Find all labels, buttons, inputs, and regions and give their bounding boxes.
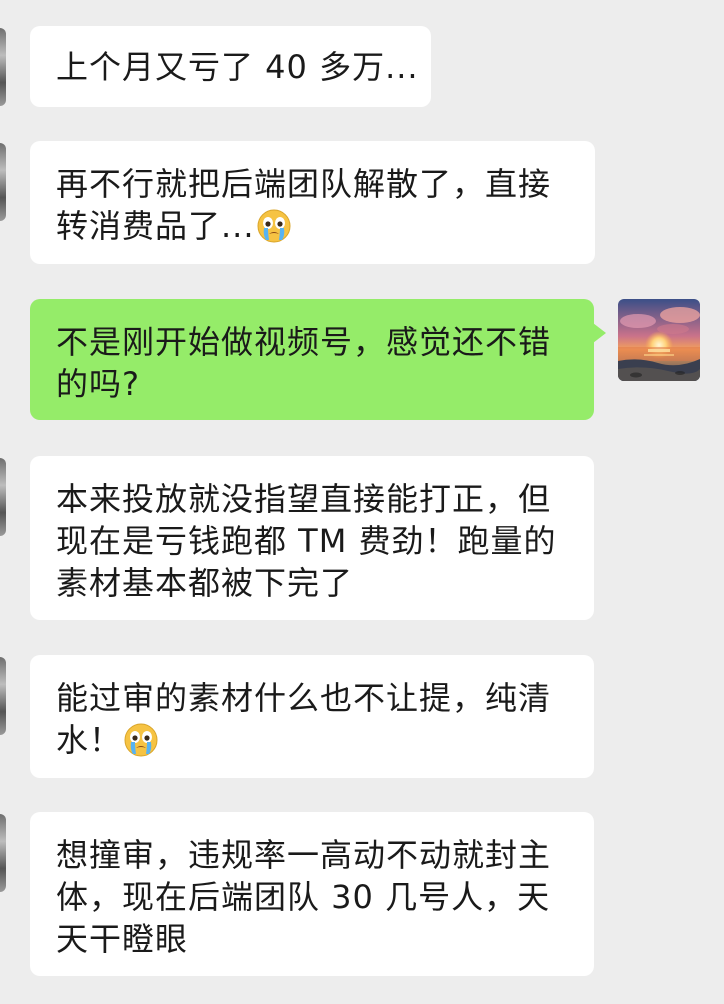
message-text: 素材基本都被下完了 [56, 564, 354, 602]
crying-face-icon [124, 723, 158, 757]
message-bubble-incoming[interactable]: 上个月又亏了 40 多万... [30, 26, 431, 107]
self-avatar[interactable] [618, 299, 700, 381]
message-text: 体，现在后端团队 30 几号人，天 [56, 878, 551, 916]
message-bubble-incoming[interactable]: 本来投放就没指望直接能打正，但 现在是亏钱跑都 TM 费劲！跑量的 素材基本都被… [30, 456, 594, 620]
message-text: 水！ [56, 721, 123, 759]
message-text: 不是刚开始做视频号，感觉还不错 [56, 323, 552, 361]
message-text: 本来投放就没指望直接能打正，但 [56, 480, 552, 518]
message-text: 现在是亏钱跑都 TM 费劲！跑量的 [56, 522, 557, 560]
message-bubble-incoming[interactable]: 能过审的素材什么也不让提，纯清 水！ [30, 655, 594, 778]
contact-avatar[interactable] [0, 814, 6, 892]
contact-avatar[interactable] [0, 458, 6, 536]
message-bubble-outgoing[interactable]: 不是刚开始做视频号，感觉还不错 的吗? [30, 299, 606, 420]
contact-avatar[interactable] [0, 657, 6, 735]
sunset-beach-avatar-icon [618, 299, 700, 381]
crying-face-icon [257, 209, 291, 243]
message-text: 的吗? [56, 365, 140, 403]
chat-view: 上个月又亏了 40 多万... 再不行就把后端团队解散了，直接 转消费品了...… [0, 0, 724, 1004]
message-text: 想撞审，违规率一高动不动就封主 [56, 836, 552, 874]
message-bubble-incoming[interactable]: 再不行就把后端团队解散了，直接 转消费品了... [30, 141, 595, 264]
message-text: 转消费品了... [56, 207, 255, 245]
message-text: 上个月又亏了 40 多万... [56, 48, 419, 86]
message-text: 天干瞪眼 [56, 920, 189, 958]
message-text: 再不行就把后端团队解散了，直接 [56, 165, 552, 203]
message-bubble-incoming[interactable]: 想撞审，违规率一高动不动就封主 体，现在后端团队 30 几号人，天 天干瞪眼 [30, 812, 594, 976]
message-text: 能过审的素材什么也不让提，纯清 [56, 679, 552, 717]
contact-avatar[interactable] [0, 28, 6, 106]
contact-avatar[interactable] [0, 143, 6, 221]
